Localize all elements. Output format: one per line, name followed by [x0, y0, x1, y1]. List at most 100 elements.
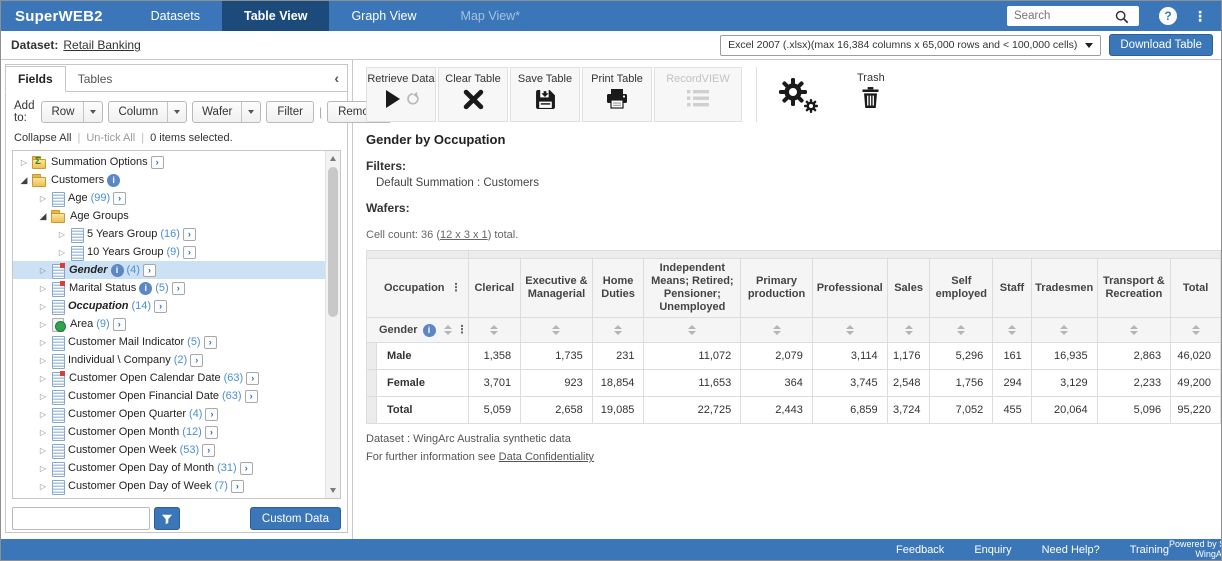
collapse-toggle-icon[interactable]: ◢ [18, 175, 30, 186]
tree-item-10-years-group[interactable]: ▷10 Years Group(9)› [13, 243, 325, 261]
sort-icon[interactable] [490, 325, 498, 335]
help-icon[interactable]: ? [1159, 7, 1177, 25]
tree-item-gender[interactable]: ▷Genderi(4)› [13, 261, 325, 279]
expand-toggle-icon[interactable]: ▷ [37, 446, 49, 455]
expand-toggle-icon[interactable]: ▷ [56, 230, 68, 239]
collapse-all-link[interactable]: Collapse All [14, 132, 71, 144]
tree-item-customer-open-day-of-month[interactable]: ▷Customer Open Day of Month(31)› [13, 459, 325, 477]
nav-tab-graph-view[interactable]: Graph View [329, 1, 438, 31]
filter-button[interactable]: Filter [266, 101, 314, 123]
column-dropdown-icon[interactable] [167, 102, 186, 122]
enquiry-link[interactable]: Enquiry [974, 544, 1011, 556]
column-menu-kebab-icon[interactable]: ⋮ [451, 283, 462, 293]
nav-tab-table-view[interactable]: Table View [222, 1, 329, 31]
expand-toggle-icon[interactable]: ▷ [37, 482, 49, 491]
scroll-down-icon[interactable] [326, 483, 340, 498]
info-icon[interactable]: i [139, 282, 152, 295]
tree-item-customer-mail-indicator[interactable]: ▷Customer Mail Indicator(5)› [13, 333, 325, 351]
table-options-button[interactable] [771, 67, 827, 122]
open-field-arrow-icon[interactable]: › [190, 354, 203, 367]
tree-item-customer-open-financial-date[interactable]: ▷Customer Open Financial Date(63)› [13, 387, 325, 405]
tree-item-area[interactable]: ▷Area(9)› [13, 315, 325, 333]
export-format-select[interactable]: Excel 2007 (.xlsx)(max 16,384 columns x … [720, 35, 1101, 56]
nav-tab-map-view[interactable]: Map View* [439, 1, 543, 31]
open-field-arrow-icon[interactable]: › [246, 372, 259, 385]
nav-tab-datasets[interactable]: Datasets [129, 1, 222, 31]
expand-toggle-icon[interactable]: ▷ [18, 158, 30, 167]
tree-item-age-groups[interactable]: ◢Age Groups [13, 207, 325, 225]
open-field-arrow-icon[interactable]: › [240, 462, 253, 475]
open-field-arrow-icon[interactable]: › [245, 390, 258, 403]
open-field-arrow-icon[interactable]: › [154, 300, 167, 313]
tree-item-individual-company[interactable]: ▷Individual \ Company(2)› [13, 351, 325, 369]
tree-item-customer-open-month[interactable]: ▷Customer Open Month(12)› [13, 423, 325, 441]
column-gutter-cell[interactable] [468, 251, 1220, 259]
wafer-dropdown-icon[interactable] [241, 102, 260, 122]
sort-icon[interactable] [846, 325, 854, 335]
scrollbar-thumb[interactable] [328, 167, 338, 317]
tree-item-customers[interactable]: ◢Customersi [13, 171, 325, 189]
sort-icon[interactable] [1008, 325, 1016, 335]
expand-toggle-icon[interactable]: ▷ [37, 320, 49, 329]
tree-item-summation-options[interactable]: ▷ΣSummation Options› [13, 153, 325, 171]
sort-icon[interactable] [957, 325, 965, 335]
training-link[interactable]: Training [1130, 544, 1169, 556]
sort-icon[interactable] [688, 325, 696, 335]
expand-toggle-icon[interactable]: ▷ [37, 266, 49, 275]
tree-item-5-years-group[interactable]: ▷5 Years Group(16)› [13, 225, 325, 243]
tree-filter-input[interactable] [12, 507, 150, 530]
open-field-arrow-icon[interactable]: › [204, 336, 217, 349]
sort-icon[interactable] [773, 325, 781, 335]
tab-tables[interactable]: Tables [66, 67, 125, 91]
expand-toggle-icon[interactable]: ▷ [37, 356, 49, 365]
open-field-arrow-icon[interactable]: › [113, 192, 126, 205]
sort-icon[interactable] [1060, 325, 1068, 335]
sort-icon[interactable] [552, 325, 560, 335]
print-table-button[interactable]: Print Table [582, 67, 652, 122]
tree-item-accounts[interactable]: ◢Accounts [13, 495, 325, 498]
open-field-arrow-icon[interactable]: › [231, 480, 244, 493]
expand-toggle-icon[interactable]: ▷ [37, 410, 49, 419]
untick-all-link[interactable]: Un-tick All [86, 132, 135, 144]
download-table-button[interactable]: Download Table [1109, 34, 1213, 56]
info-icon[interactable]: i [111, 264, 124, 277]
open-field-arrow-icon[interactable]: › [205, 408, 218, 421]
row-dropdown-icon[interactable] [83, 102, 102, 122]
expand-toggle-icon[interactable]: ▷ [37, 284, 49, 293]
collapse-sidebar-icon[interactable]: ‹ [334, 70, 339, 86]
open-field-arrow-icon[interactable]: › [113, 318, 126, 331]
clear-table-button[interactable]: Clear Table [438, 67, 508, 122]
tree-item-customer-open-week[interactable]: ▷Customer Open Week(53)› [13, 441, 325, 459]
open-field-arrow-icon[interactable]: › [143, 264, 156, 277]
add-to-column-button[interactable]: Column [108, 101, 187, 123]
expand-toggle-icon[interactable]: ▷ [37, 464, 49, 473]
open-field-arrow-icon[interactable]: › [183, 228, 196, 241]
open-field-arrow-icon[interactable]: › [205, 426, 218, 439]
sort-icon[interactable] [614, 325, 622, 335]
tree-scrollbar[interactable] [325, 151, 340, 498]
expand-toggle-icon[interactable]: ▷ [37, 374, 49, 383]
cell-count-link[interactable]: 12 x 3 x 1 [440, 229, 488, 241]
save-table-button[interactable]: Save Table [510, 67, 580, 122]
expand-toggle-icon[interactable]: ▷ [37, 302, 49, 311]
sort-icon[interactable] [905, 325, 913, 335]
row-gutter-cell[interactable] [367, 397, 377, 424]
tab-fields[interactable]: Fields [5, 66, 66, 92]
tree-item-age[interactable]: ▷Age(99)› [13, 189, 325, 207]
custom-data-button[interactable]: Custom Data [250, 507, 341, 530]
retrieve-data-button[interactable]: Retrieve Data [366, 67, 436, 122]
collapse-toggle-icon[interactable]: ◢ [37, 211, 49, 222]
search-input[interactable] [1014, 10, 1114, 22]
search-icon[interactable] [1114, 9, 1129, 24]
row-gutter-cell[interactable] [367, 343, 377, 370]
expand-toggle-icon[interactable]: ▷ [37, 392, 49, 401]
add-to-wafer-button[interactable]: Wafer [192, 101, 261, 123]
apply-filter-button[interactable] [154, 507, 180, 530]
sort-icon[interactable] [1192, 325, 1200, 335]
open-field-arrow-icon[interactable]: › [151, 156, 164, 169]
tree-item-customer-open-calendar-date[interactable]: ▷Customer Open Calendar Date(63)› [13, 369, 325, 387]
search-box[interactable] [1007, 6, 1139, 26]
row-menu-kebab-icon[interactable]: ⋮ [457, 325, 468, 335]
expand-toggle-icon[interactable]: ▷ [37, 338, 49, 347]
expand-toggle-icon[interactable]: ▷ [56, 248, 68, 257]
